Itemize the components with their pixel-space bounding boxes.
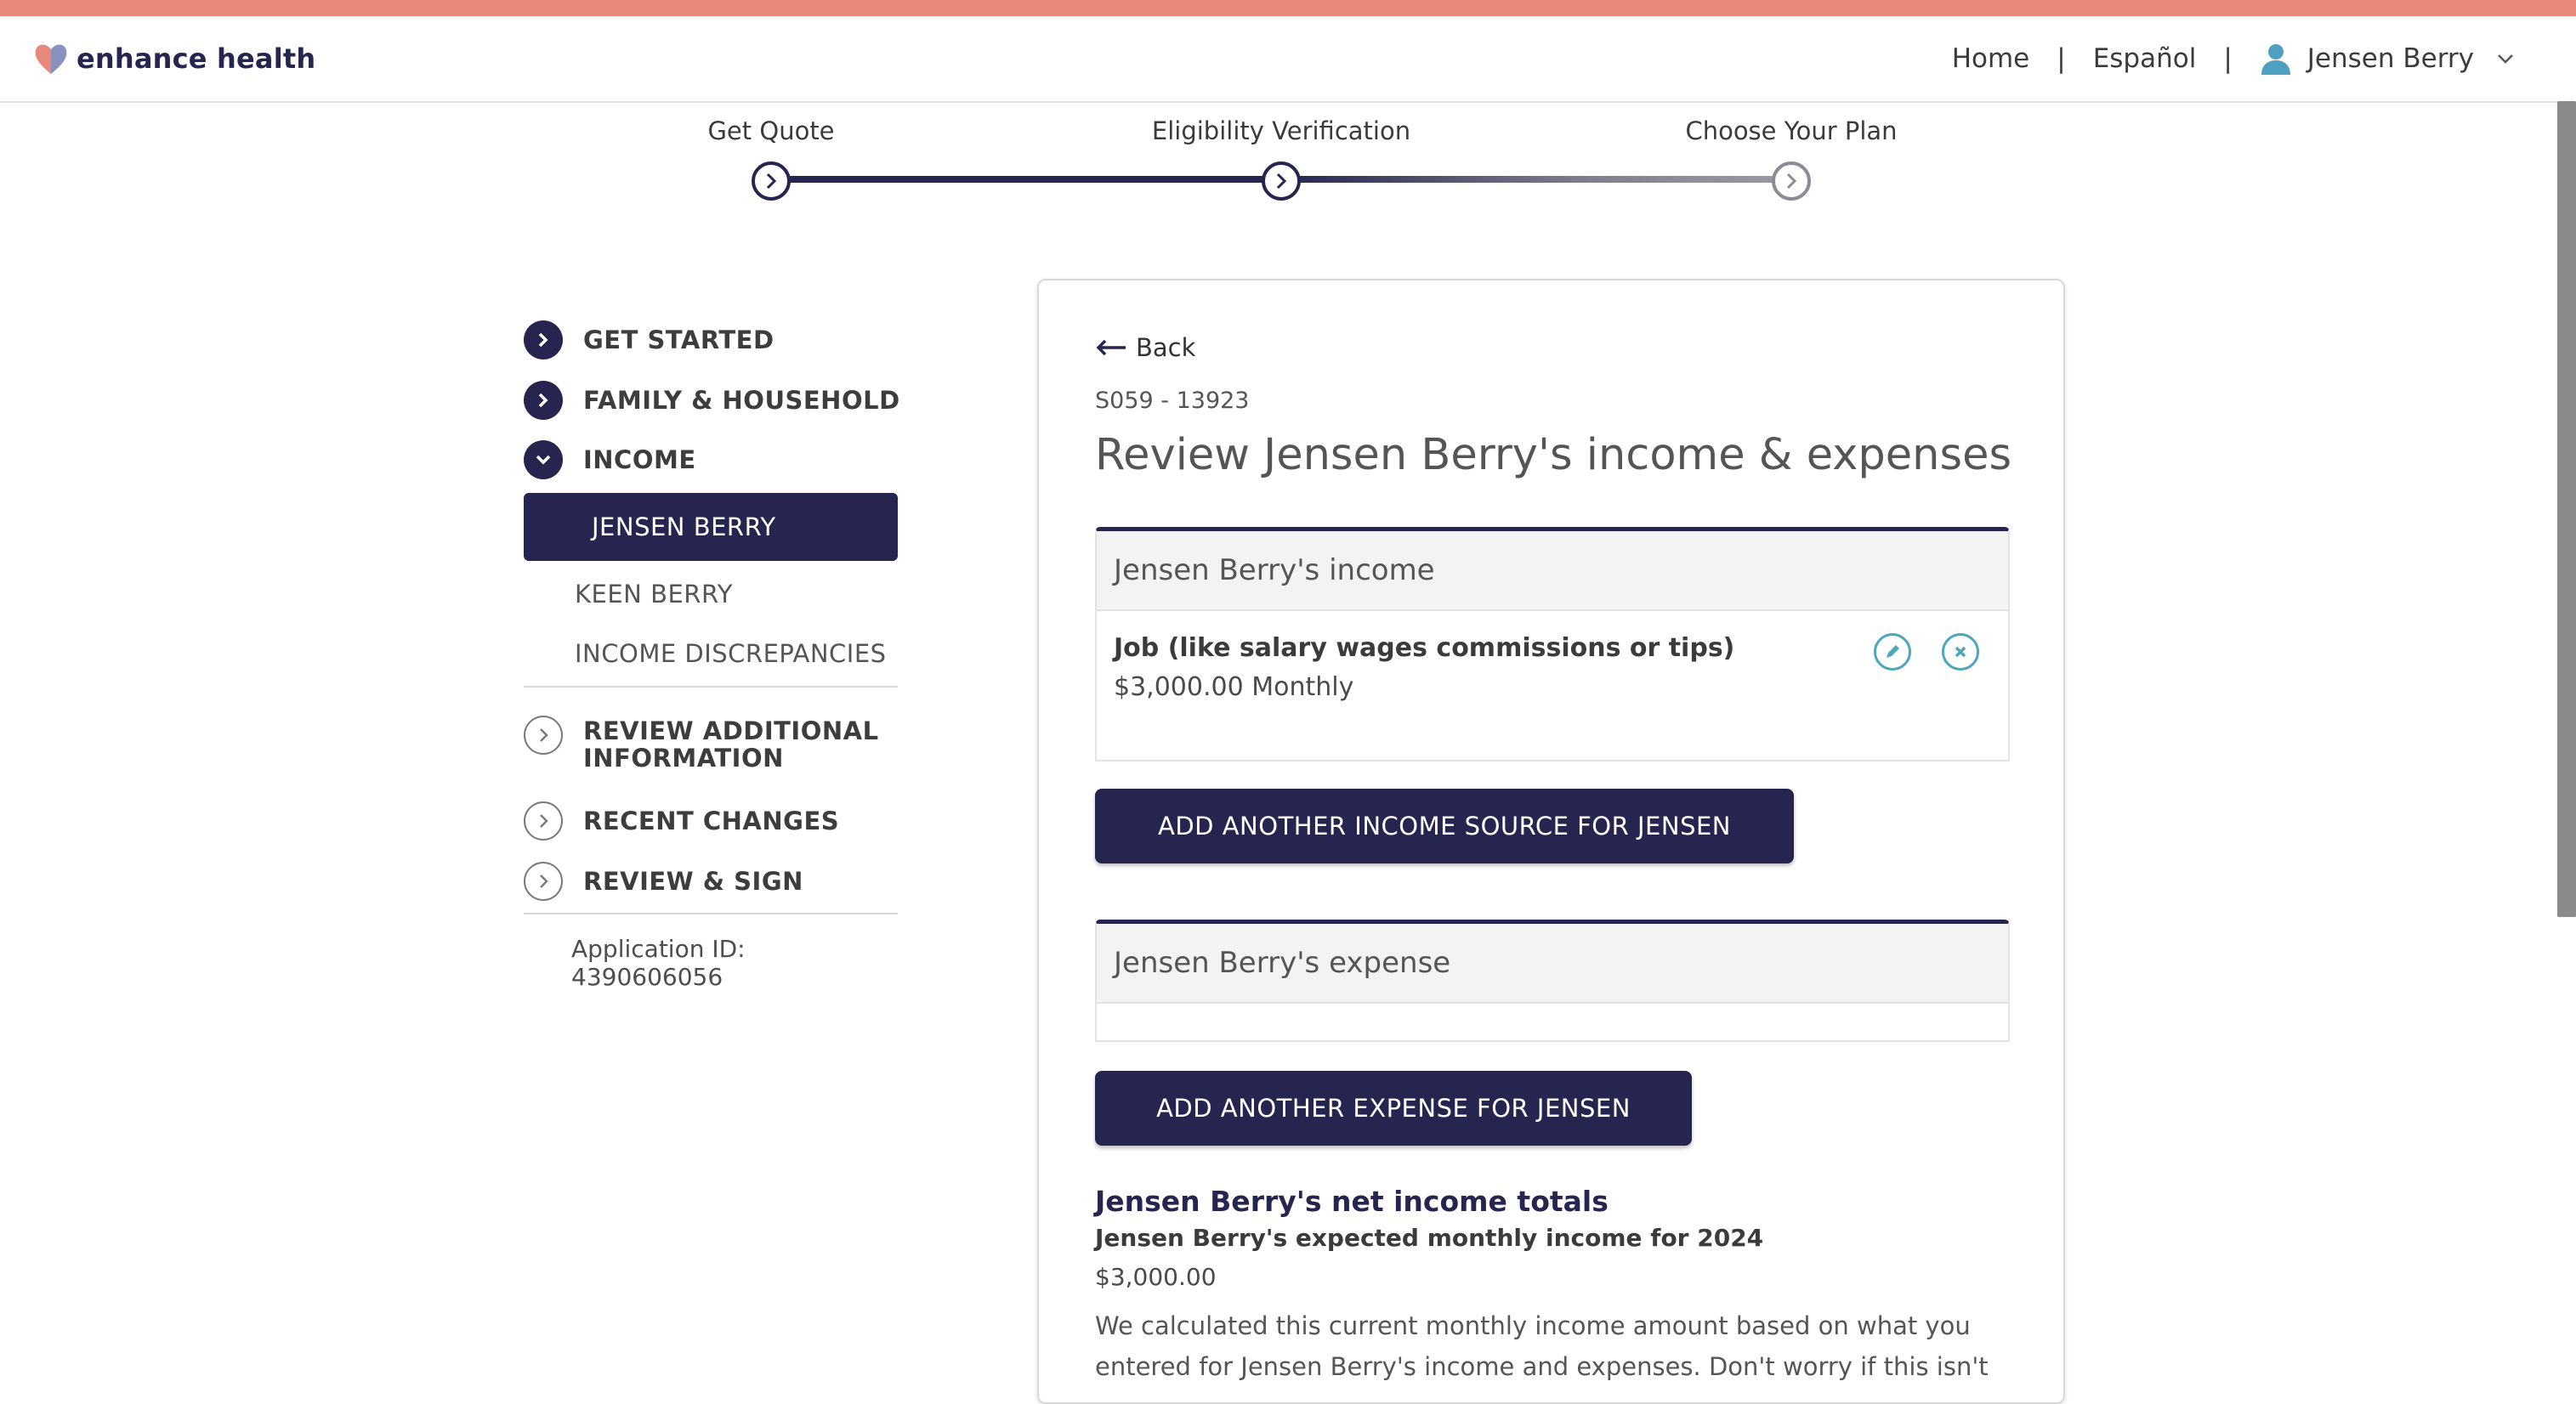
- top-nav: Home | Español | Jensen Berry: [1952, 16, 2576, 101]
- arrow-left-icon: [1096, 339, 1126, 356]
- sidebar-item-label: RECENT CHANGES: [583, 807, 840, 835]
- chevron-right-icon: [524, 801, 563, 841]
- step-eligibility[interactable]: [1262, 161, 1301, 201]
- sidebar-item-recent-changes[interactable]: RECENT CHANGES: [524, 801, 839, 841]
- income-section: Jensen Berry's income Job (like salary w…: [1095, 527, 2010, 761]
- user-icon: [2261, 44, 2290, 75]
- chevron-right-icon: [766, 173, 777, 190]
- reference-code: S059 - 13923: [1095, 388, 1250, 414]
- brand-logo[interactable]: enhance health: [32, 40, 315, 77]
- expected-monthly-income-value: $3,000.00: [1095, 1263, 1217, 1291]
- sidebar-item-label: INCOME: [583, 445, 696, 474]
- expected-monthly-income-label: Jensen Berry's expected monthly income f…: [1095, 1224, 1764, 1252]
- user-menu[interactable]: Jensen Berry: [2260, 42, 2516, 75]
- add-income-source-button[interactable]: ADD ANOTHER INCOME SOURCE FOR JENSEN: [1095, 789, 1794, 863]
- application-id: Application ID: 4390606056: [571, 935, 746, 991]
- income-section-header: Jensen Berry's income: [1097, 531, 2008, 611]
- nav-home-link[interactable]: Home: [1952, 43, 2030, 74]
- step-label-eligibility: Eligibility Verification: [1151, 116, 1411, 145]
- user-name: Jensen Berry: [2306, 43, 2474, 74]
- sidebar-subitem-keen-berry[interactable]: KEEN BERRY: [575, 580, 733, 609]
- chevron-right-icon: [524, 716, 563, 755]
- stepper-line-progress: [1281, 176, 1791, 183]
- sidebar-item-income[interactable]: INCOME: [524, 440, 696, 479]
- close-icon: [1955, 646, 1966, 658]
- progress-stepper: Get Quote Eligibility Verification Choos…: [0, 101, 2576, 220]
- page-scrollbar[interactable]: [2557, 101, 2576, 917]
- chevron-right-icon: [524, 381, 563, 420]
- sidebar-item-family-household[interactable]: FAMILY & HOUSEHOLD: [524, 381, 900, 420]
- chevron-right-icon: [524, 862, 563, 901]
- chevron-right-icon: [1786, 173, 1797, 190]
- nav-separator: |: [2057, 43, 2066, 74]
- pencil-icon: [1887, 645, 1899, 658]
- sidebar-subitem-jensen-berry[interactable]: JENSEN BERRY: [524, 493, 898, 561]
- sidebar-item-label: REVIEW ADDITIONAL INFORMATION: [583, 716, 879, 773]
- sidebar-item-review-additional[interactable]: REVIEW ADDITIONAL INFORMATION: [524, 716, 889, 772]
- income-calculation-description: We calculated this current monthly incom…: [1095, 1311, 1989, 1381]
- sidebar-divider: [524, 913, 898, 914]
- sidebar-subitem-income-discrepancies[interactable]: INCOME DISCREPANCIES: [575, 639, 887, 668]
- delete-income-button[interactable]: [1942, 633, 1979, 671]
- page-title: Review Jensen Berry's income & expenses: [1095, 430, 2012, 480]
- sidebar-item-label: REVIEW & SIGN: [583, 867, 803, 896]
- expense-section: Jensen Berry's expense: [1095, 920, 2010, 1042]
- step-choose-plan[interactable]: [1772, 161, 1811, 201]
- sidebar-item-label: GET STARTED: [583, 326, 775, 354]
- edit-income-button[interactable]: [1874, 633, 1911, 671]
- chevron-down-icon: [2498, 54, 2513, 64]
- heart-logo-icon: [35, 44, 67, 74]
- chevron-down-icon: [524, 440, 563, 479]
- back-link[interactable]: Back: [1095, 333, 1195, 362]
- add-expense-button[interactable]: ADD ANOTHER EXPENSE FOR JENSEN: [1095, 1071, 1692, 1146]
- sidebar-item-review-sign[interactable]: REVIEW & SIGN: [524, 862, 803, 901]
- nav-language-link[interactable]: Español: [2093, 43, 2197, 74]
- main-card: Back S059 - 13923 Review Jensen Berry's …: [1037, 279, 2065, 1404]
- income-item-amount: $3,000.00 Monthly: [1114, 672, 1354, 702]
- site-header: enhance health Home | Español | Jensen B…: [0, 16, 2576, 103]
- step-get-quote[interactable]: [752, 161, 791, 201]
- chevron-right-icon: [1276, 173, 1287, 190]
- net-income-totals-title: Jensen Berry's net income totals: [1095, 1185, 1609, 1218]
- nav-separator: |: [2223, 43, 2233, 74]
- step-label-choose-plan: Choose Your Plan: [1685, 116, 1898, 145]
- sidebar-item-get-started[interactable]: GET STARTED: [524, 320, 775, 359]
- expense-section-header: Jensen Berry's expense: [1097, 924, 2008, 1004]
- sidebar-item-label: FAMILY & HOUSEHOLD: [583, 386, 900, 415]
- top-accent-bar: [0, 0, 2576, 16]
- stepper-line-complete: [771, 176, 1281, 183]
- sidebar-divider: [524, 686, 898, 688]
- chevron-right-icon: [524, 320, 563, 359]
- back-label: Back: [1136, 333, 1196, 362]
- brand-name: enhance health: [77, 42, 316, 75]
- income-item-title: Job (like salary wages commissions or ti…: [1114, 633, 1735, 663]
- step-label-get-quote: Get Quote: [707, 116, 835, 145]
